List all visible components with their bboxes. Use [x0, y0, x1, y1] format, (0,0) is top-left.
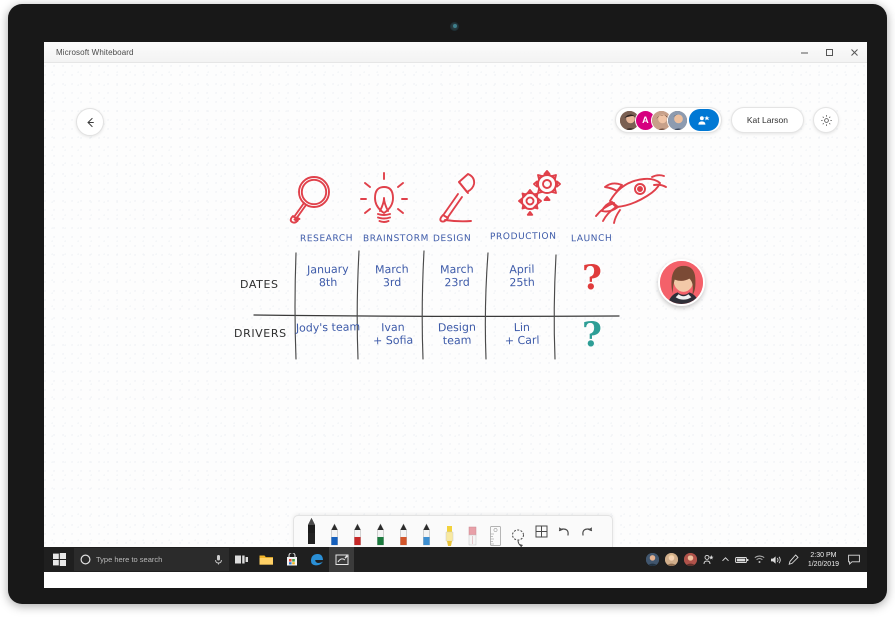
table-cell: Jody's team	[295, 320, 361, 335]
table-grid-ink	[253, 250, 620, 360]
start-button[interactable]	[44, 547, 74, 572]
table-cell: Lin + Carl	[504, 320, 540, 348]
network-icon[interactable]	[751, 547, 768, 572]
tool-pen-black[interactable]	[300, 516, 322, 547]
tool-lasso-select[interactable]	[507, 516, 529, 547]
microsoft-store-icon	[286, 553, 297, 566]
search-placeholder: Type here to search	[96, 555, 163, 564]
table-cell: March 23rd	[439, 262, 474, 290]
task-view-icon	[234, 555, 248, 564]
tool-eraser[interactable]	[461, 516, 483, 547]
windows-logo-icon	[52, 553, 66, 566]
tool-pen-lightblue[interactable]	[415, 516, 437, 547]
table-cell: March 3rd	[374, 262, 409, 290]
microphone-icon	[215, 555, 222, 565]
taskbar-microsoft-edge[interactable]	[304, 547, 329, 572]
tool-pen-green[interactable]	[369, 516, 391, 547]
minimize-button[interactable]	[792, 42, 817, 62]
stage-label: BRAINSTORM	[362, 233, 429, 245]
clock-time: 2:30 PM	[810, 551, 837, 559]
table-cell: Ivan + Sofia	[372, 320, 414, 348]
microsoft-edge-icon	[310, 553, 323, 565]
row-header-drivers: DRIVERS	[234, 327, 287, 340]
row-header-dates: DATES	[240, 278, 279, 291]
my-people-add-icon[interactable]	[700, 547, 717, 572]
tool-ruler[interactable]	[484, 516, 506, 547]
my-people-avatar[interactable]	[664, 553, 678, 566]
redo-button[interactable]	[576, 516, 598, 547]
stage-label: LAUNCH	[570, 233, 613, 245]
close-button[interactable]	[842, 42, 867, 62]
cortana-circle-icon	[80, 554, 91, 565]
maximize-button[interactable]	[817, 42, 842, 62]
volume-icon[interactable]	[768, 547, 785, 572]
clock-date: 1/20/2019	[807, 560, 839, 568]
whiteboard-canvas[interactable]: A Kat Larson RESEARCH BRAINSTORM DESIGN …	[44, 63, 867, 547]
ink-toolbar[interactable]	[293, 515, 613, 547]
stage-icons	[289, 170, 667, 224]
system-tray: 2:30 PM 1/20/2019	[643, 547, 867, 572]
stage-label: RESEARCH	[299, 233, 354, 245]
tool-pen-blue[interactable]	[323, 516, 345, 547]
tool-highlighter[interactable]	[438, 516, 460, 547]
table-cell: Design team	[437, 320, 476, 348]
window-title: Microsoft Whiteboard	[56, 47, 134, 57]
whiteboard-icon	[335, 554, 348, 565]
device-frame: Microsoft Whiteboard A Kat Larson RESEAR…	[8, 4, 887, 604]
action-center-icon	[848, 554, 860, 565]
table-cell-unknown: ?	[582, 258, 602, 298]
show-hidden-icons-chevron[interactable]	[717, 547, 734, 572]
my-people-avatar[interactable]	[645, 553, 659, 566]
action-center-button[interactable]	[845, 547, 863, 572]
table-cell: January 8th	[306, 262, 349, 290]
tool-pen-orange[interactable]	[392, 516, 414, 547]
stage-label: PRODUCTION	[489, 231, 557, 243]
undo-button[interactable]	[553, 516, 575, 547]
search-input[interactable]: Type here to search	[74, 548, 229, 571]
pen-workspace-icon[interactable]	[785, 547, 802, 572]
windows-taskbar: Type here to search 2:30 PM 1/20/2019	[44, 547, 867, 572]
window-controls	[792, 42, 867, 62]
board-drawing: RESEARCH BRAINSTORM DESIGN PRODUCTION LA…	[44, 63, 867, 547]
insert-table-button[interactable]	[530, 516, 552, 547]
screen: Microsoft Whiteboard A Kat Larson RESEAR…	[44, 42, 867, 588]
stage-label: DESIGN	[432, 233, 472, 245]
table-cell-unknown: ?	[582, 315, 602, 355]
table-cell: April 25th	[509, 262, 535, 290]
taskbar-clock[interactable]: 2:30 PM 1/20/2019	[802, 551, 845, 569]
battery-icon[interactable]	[734, 547, 751, 572]
taskbar-microsoft-store[interactable]	[279, 547, 304, 572]
taskbar-task-view[interactable]	[229, 547, 254, 572]
tool-pen-red[interactable]	[346, 516, 368, 547]
taskbar-microsoft-whiteboard[interactable]	[329, 547, 354, 572]
collaborator-cursor-avatar	[658, 259, 705, 306]
file-explorer-icon	[259, 555, 273, 565]
my-people-avatar[interactable]	[683, 553, 697, 566]
webcam-icon	[450, 22, 459, 31]
window-title-bar: Microsoft Whiteboard	[44, 42, 867, 63]
taskbar-file-explorer[interactable]	[254, 547, 279, 572]
